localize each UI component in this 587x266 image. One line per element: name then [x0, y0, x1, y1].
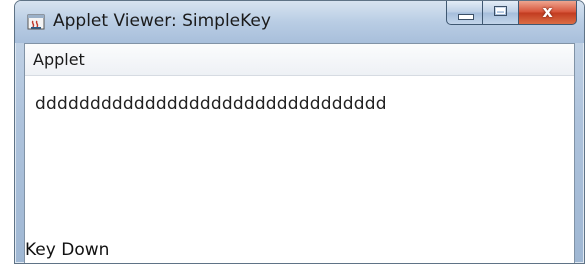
maximize-button[interactable]: [483, 1, 519, 25]
close-icon: x: [542, 2, 553, 21]
maximize-icon: [494, 6, 507, 16]
typed-characters-text: dddddddddddddddddddddddddddddddd: [35, 94, 387, 114]
title-bar[interactable]: Applet Viewer: SimpleKey x: [15, 1, 584, 43]
java-applet-icon: [27, 14, 45, 30]
status-text: Key Down: [25, 240, 110, 260]
applet-client-area[interactable]: Applet dddddddddddddddddddddddddddddddd …: [24, 43, 575, 263]
menu-bar: Applet: [25, 44, 574, 76]
window-title: Applet Viewer: SimpleKey: [53, 11, 271, 31]
applet-viewer-window: Applet Viewer: SimpleKey x Applet dddddd…: [14, 0, 585, 264]
close-button[interactable]: x: [519, 1, 577, 25]
minimize-button[interactable]: [446, 1, 483, 25]
menu-applet[interactable]: Applet: [33, 50, 85, 69]
caption-buttons: x: [446, 1, 577, 25]
minimize-icon: [458, 14, 474, 20]
